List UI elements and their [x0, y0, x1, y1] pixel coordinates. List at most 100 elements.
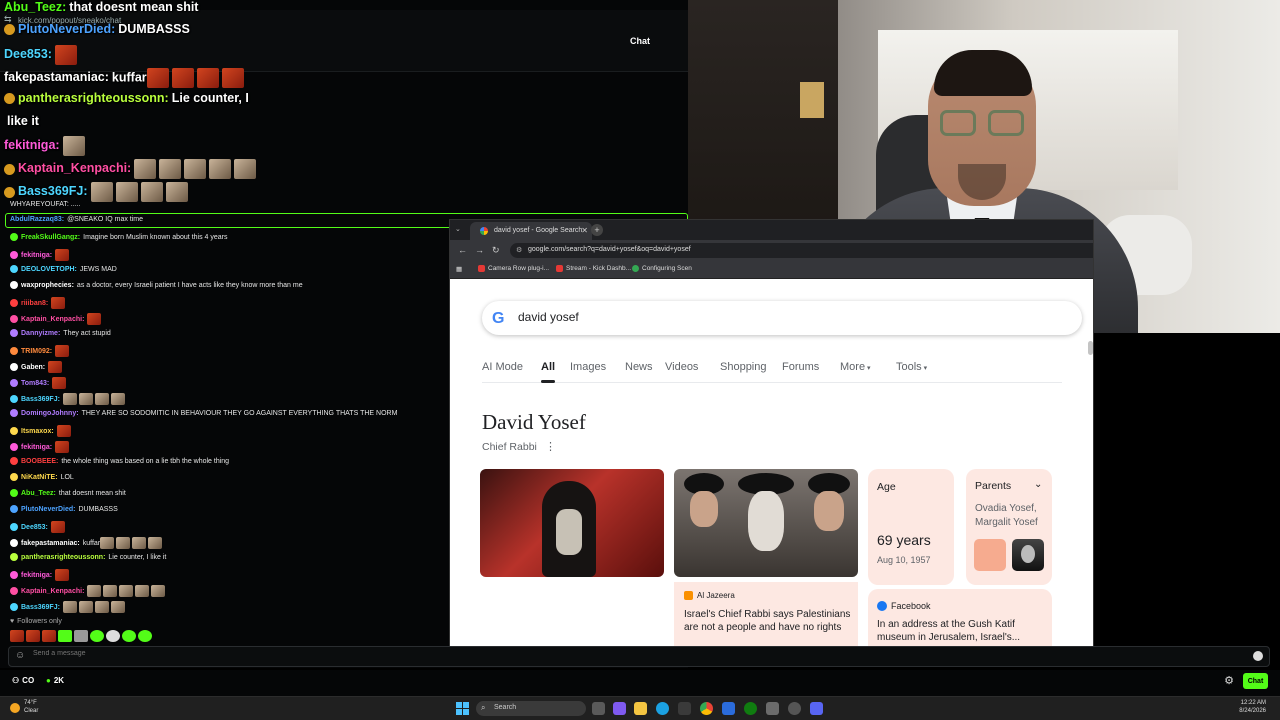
message-username[interactable]: DomingoJohnny:	[21, 410, 79, 417]
parent-thumbnail[interactable]	[1012, 539, 1044, 571]
taskbar-search[interactable]: ⌕ Search	[476, 701, 586, 716]
message-username[interactable]: fekitniga:	[4, 138, 60, 152]
message-username[interactable]: Dannyizme:	[21, 330, 60, 337]
age-card[interactable]: Age 69 years Aug 10, 1957	[868, 469, 954, 585]
weather-widget[interactable]: 74°F Clear	[10, 700, 38, 715]
message-username[interactable]: pantherasrighteoussonn:	[18, 91, 169, 105]
message-username[interactable]: Gaben:	[21, 364, 45, 371]
message-username[interactable]: fekitniga:	[21, 252, 52, 259]
emote-icon[interactable]	[42, 630, 56, 642]
message-username[interactable]: Itsmaxox:	[21, 428, 54, 435]
message-username[interactable]: Bass369FJ:	[21, 396, 60, 403]
search-tab-shopping[interactable]: Shopping	[720, 361, 767, 373]
emote-icon[interactable]	[26, 630, 40, 642]
taskbar-clock[interactable]: 12:22 AM 8/24/2026	[1239, 700, 1266, 716]
message-username[interactable]: Abu_Teez:	[4, 0, 66, 14]
edge-icon[interactable]	[656, 702, 669, 715]
search-tab-more[interactable]: More ▾	[840, 361, 871, 373]
bookmark-item[interactable]: Camera Row plug-i...	[478, 265, 549, 272]
message-username[interactable]: Abu_Teez:	[21, 490, 56, 497]
message-username[interactable]: fakepastamaniac:	[21, 540, 80, 547]
emote-icon[interactable]	[122, 630, 136, 642]
new-tab-icon[interactable]: +	[591, 224, 603, 236]
message-username[interactable]: PlutoNeverDied:	[21, 506, 75, 513]
reload-icon[interactable]: ↻	[492, 245, 500, 256]
copilot-icon[interactable]	[613, 702, 626, 715]
message-username[interactable]: Dee853:	[4, 47, 52, 61]
message-username[interactable]: fekitniga:	[21, 444, 52, 451]
parent-thumbnail[interactable]	[974, 539, 1006, 571]
google-search-box[interactable]: G	[482, 301, 1082, 335]
scrollbar[interactable]	[1088, 339, 1093, 649]
message-username[interactable]: Bass369FJ:	[21, 604, 60, 611]
message-username[interactable]: TRIM092:	[21, 348, 52, 355]
emote-icon[interactable]	[58, 630, 72, 642]
search-tab-videos[interactable]: Videos	[665, 361, 698, 373]
task-view-icon[interactable]	[592, 702, 605, 715]
emote-icon[interactable]	[74, 630, 88, 642]
forward-arrow-icon[interactable]: →	[475, 245, 484, 255]
app-icon[interactable]	[766, 702, 779, 715]
xbox-icon[interactable]	[744, 702, 757, 715]
tab-search-icon[interactable]: ⌄	[455, 225, 461, 233]
bookmark-item[interactable]: Configuring Scen	[632, 265, 692, 272]
message-username[interactable]: Kaptain_Kenpachi:	[18, 161, 131, 175]
user-badge-icon	[10, 347, 18, 355]
search-tab-forums[interactable]: Forums	[782, 361, 819, 373]
chat-message-input[interactable]	[33, 650, 633, 657]
obs-icon[interactable]	[788, 702, 801, 715]
message-username[interactable]: FreakSkullGangz:	[21, 234, 80, 241]
message-username[interactable]: AbdulRazzaq83:	[10, 216, 64, 223]
emoji-icon[interactable]	[1253, 651, 1263, 661]
chat-send-button[interactable]: Chat	[1243, 673, 1268, 689]
search-input[interactable]	[518, 310, 818, 324]
store-icon[interactable]	[678, 702, 691, 715]
message-username[interactable]: Dee853:	[21, 524, 48, 531]
search-tab-news[interactable]: News	[625, 361, 653, 373]
message-username[interactable]: Kaptain_Kenpachi:	[21, 316, 84, 323]
app-icon[interactable]	[722, 702, 735, 715]
discord-icon[interactable]	[810, 702, 823, 715]
gear-icon[interactable]: ⚙	[1224, 674, 1234, 687]
message-username[interactable]: pantherasrighteoussonn:	[21, 554, 105, 561]
back-arrow-icon[interactable]: ←	[458, 245, 467, 255]
result-image[interactable]	[480, 469, 664, 577]
more-options-icon[interactable]: ⋮	[545, 440, 556, 453]
search-tab-tools[interactable]: Tools ▾	[896, 361, 927, 373]
search-tab-images[interactable]: Images	[570, 361, 606, 373]
message-username[interactable]: riiiban8:	[21, 300, 48, 307]
message-username[interactable]: Bass369FJ:	[18, 184, 88, 198]
file-explorer-icon[interactable]	[634, 702, 647, 715]
chrome-icon[interactable]	[700, 702, 713, 715]
chat-input-box[interactable]: ☺	[8, 646, 1270, 667]
message-text: that doesnt mean shit	[69, 0, 199, 14]
url-field[interactable]: ⚙ google.com/search?q=david+yosef&oq=dav…	[510, 243, 1093, 258]
search-tab-ai-mode[interactable]: AI Mode	[482, 361, 523, 373]
message-username[interactable]: NiKatNiTE:	[21, 474, 58, 481]
apps-grid-icon[interactable]: ▦	[456, 265, 462, 273]
message-username[interactable]: DEOLOVETOPH:	[21, 266, 77, 273]
emote-icon[interactable]	[10, 630, 24, 642]
message-username[interactable]: PlutoNeverDied:	[18, 22, 115, 36]
emote-icon[interactable]	[90, 630, 104, 642]
message-username[interactable]: Tom843:	[21, 380, 49, 387]
emote-icon[interactable]	[106, 630, 120, 642]
result-image[interactable]	[674, 469, 858, 577]
site-info-icon[interactable]: ⚙	[516, 246, 522, 254]
message-username[interactable]: Kaptain_Kenpachi:	[21, 588, 84, 595]
windows-start-icon[interactable]	[456, 702, 469, 715]
emote-picker-icon[interactable]: ☺	[15, 650, 25, 661]
message-username[interactable]: fekitniga:	[21, 572, 52, 579]
message-username[interactable]: waxprophecies:	[21, 282, 74, 289]
message-username[interactable]: fakepastamaniac:	[4, 70, 109, 84]
message-username[interactable]: BOOBEEE:	[21, 458, 58, 465]
search-tab-all[interactable]: All	[541, 361, 556, 383]
facebook-card[interactable]: Facebook In an address at the Gush Katif…	[868, 589, 1052, 651]
close-tab-icon[interactable]: ✕	[581, 226, 588, 235]
bookmark-item[interactable]: Stream - Kick Dashb...	[556, 265, 631, 272]
parents-card[interactable]: Parents ⌄ Ovadia Yosef, Margalit Yosef	[966, 469, 1052, 585]
emote-icon[interactable]	[138, 630, 152, 642]
chevron-down-icon[interactable]: ⌄	[1034, 479, 1042, 490]
browser-tab[interactable]: david yosef - Google Search ✕	[470, 222, 592, 240]
news-card[interactable]: Al Jazeera Israel's Chief Rabbi says Pal…	[674, 582, 858, 651]
